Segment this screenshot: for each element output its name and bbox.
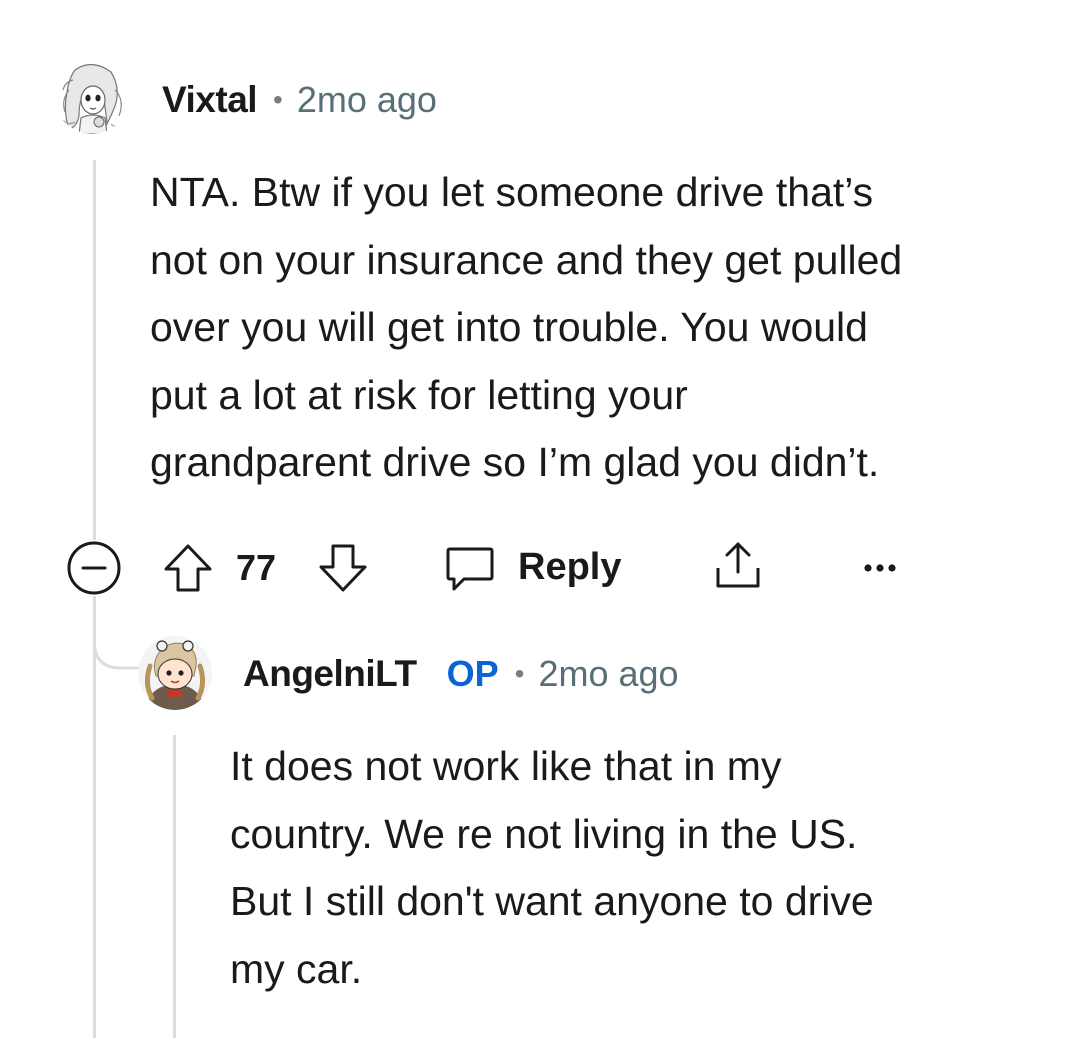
upvote-button[interactable] [160,540,216,596]
meta-separator-dot: • [514,658,525,689]
thread-line-root[interactable] [93,160,96,540]
share-button[interactable] [710,538,766,594]
arrow-up-icon [164,544,212,592]
comment-body: NTA. Btw if you let someone drive that’s… [150,159,902,497]
comment-meta: Vixtal • 2mo ago [162,76,437,124]
reply-body-line: It does not work like that in my [230,743,782,789]
reply-body-line: But I still don't want anyone to drive [230,878,874,924]
anime-girl-sketch-avatar-icon [55,60,129,134]
vote-count: 77 [236,540,296,596]
reply-label: Reply [518,545,622,588]
op-badge: OP [446,653,499,694]
reply-button[interactable]: Reply [444,537,634,597]
reply-meta: AngelniLT OP • 2mo ago [243,650,679,698]
comment-body-line: put a lot at risk for letting your [150,371,688,418]
comment-timestamp[interactable]: 2mo ago [297,79,437,121]
speech-bubble-icon [446,547,494,591]
share-icon [716,542,760,588]
comment-username[interactable]: Vixtal [162,79,258,121]
comment-action-bar: 77 Reply [0,535,1080,599]
comment-body-line: grandparent drive so I’m glad you didn’t… [150,439,880,485]
collapse-button[interactable] [66,540,122,596]
comment-avatar[interactable] [55,60,129,134]
meta-separator-dot: • [273,84,283,115]
comment-body-line: not on your insurance and they get pulle… [150,236,903,283]
reply-avatar[interactable] [138,636,212,710]
reply-body-line: my car. [230,945,363,992]
comment-body-line: over you will get into trouble. You woul… [150,304,868,350]
snoo-avatar-icon [138,636,212,710]
more-options-icon [864,564,896,572]
arrow-down-icon [319,544,367,592]
reply-username[interactable]: AngelniLT [243,653,417,695]
more-options-button[interactable] [852,540,908,596]
downvote-button[interactable] [315,540,371,596]
reply-body-line: country. We re not living in the US. [230,810,858,857]
thread-line-reply[interactable] [173,735,176,1038]
comment-body-line: NTA. Btw if you let someone drive that’s [150,169,874,215]
reply-timestamp[interactable]: 2mo ago [538,653,678,695]
minus-circle-icon [67,541,121,595]
vote-count-value: 77 [236,547,277,588]
reply-body: It does not work like that in my country… [230,733,874,1003]
